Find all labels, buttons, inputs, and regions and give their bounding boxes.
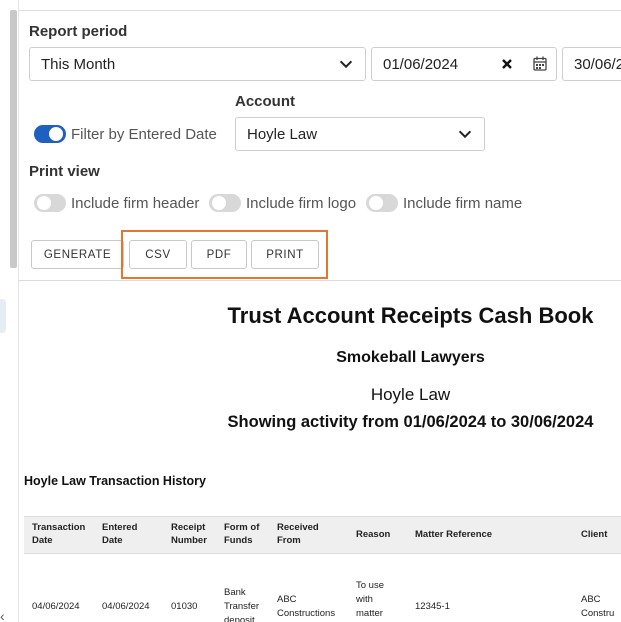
account-select[interactable]: Hoyle Law — [235, 117, 485, 151]
column-form-of-funds: Form of Funds — [224, 522, 260, 546]
report-account-name: Hoyle Law — [370, 385, 451, 404]
column-transaction-date: Transaction Date — [32, 522, 86, 546]
report-title: Trust Account Receipts Cash Book — [227, 303, 594, 328]
top-divider — [19, 10, 621, 11]
account-value: Hoyle Law — [247, 125, 318, 143]
include-firm-header-toggle[interactable] — [34, 194, 66, 212]
filter-by-entered-date-toggle[interactable] — [34, 125, 66, 143]
include-firm-logo-toggle[interactable] — [209, 194, 241, 212]
cell-reason: To use with matter — [356, 580, 384, 619]
export-buttons-highlight — [121, 230, 328, 279]
column-entered-date: Entered Date — [102, 522, 138, 546]
cell-entered-date: 04/06/2024 — [102, 601, 150, 612]
report-period-value: This Month — [41, 55, 116, 73]
cell-received-from: ABC Constructions — [277, 594, 336, 619]
clear-icon[interactable] — [501, 58, 513, 70]
cell-form-of-funds: Bank Transfer deposit — [224, 587, 260, 622]
calendar-icon[interactable] — [533, 56, 547, 71]
column-received-from: Received From — [277, 522, 319, 546]
scrollbar-thumb[interactable] — [10, 10, 17, 268]
print-view-label: Print view — [29, 163, 100, 180]
date-from-input[interactable]: 01/06/2024 — [371, 47, 557, 81]
filter-by-entered-date-label: Filter by Entered Date — [71, 126, 217, 143]
report-period-select[interactable]: This Month — [29, 47, 366, 81]
include-firm-name-label: Include firm name — [403, 195, 523, 212]
include-firm-name-toggle[interactable] — [366, 194, 398, 212]
include-firm-header-label: Include firm header — [71, 195, 200, 212]
report-period-label: Report period — [29, 23, 128, 40]
side-tab[interactable] — [0, 299, 6, 333]
column-matter-reference: Matter Reference — [415, 529, 493, 540]
date-from-value: 01/06/2024 — [383, 55, 459, 73]
include-firm-logo-label: Include firm logo — [246, 195, 357, 212]
column-client: Client — [581, 529, 608, 540]
cell-matter-reference: 12345-1 — [415, 601, 450, 612]
report-divider — [19, 280, 621, 281]
transaction-history-title: Hoyle Law Transaction History — [24, 474, 206, 488]
cell-client: ABC Constru — [581, 594, 615, 619]
chevron-down-icon — [339, 60, 353, 69]
date-to-value: 30/06/2 — [574, 55, 621, 73]
chevron-left-icon[interactable]: ‹ — [0, 608, 5, 622]
cell-receipt-number: 01030 — [171, 601, 198, 612]
generate-button[interactable]: GENERATE — [31, 240, 124, 269]
report-activity-range: Showing activity from 01/06/2024 to 30/0… — [227, 413, 594, 431]
chevron-down-icon — [458, 130, 472, 139]
date-to-input[interactable]: 30/06/2 — [562, 47, 621, 81]
account-label: Account — [235, 93, 295, 110]
column-reason: Reason — [356, 529, 391, 540]
column-receipt-number: Receipt Number — [171, 522, 207, 546]
report-firm-name: Smokeball Lawyers — [336, 349, 485, 366]
cell-transaction-date: 04/06/2024 — [32, 601, 80, 612]
